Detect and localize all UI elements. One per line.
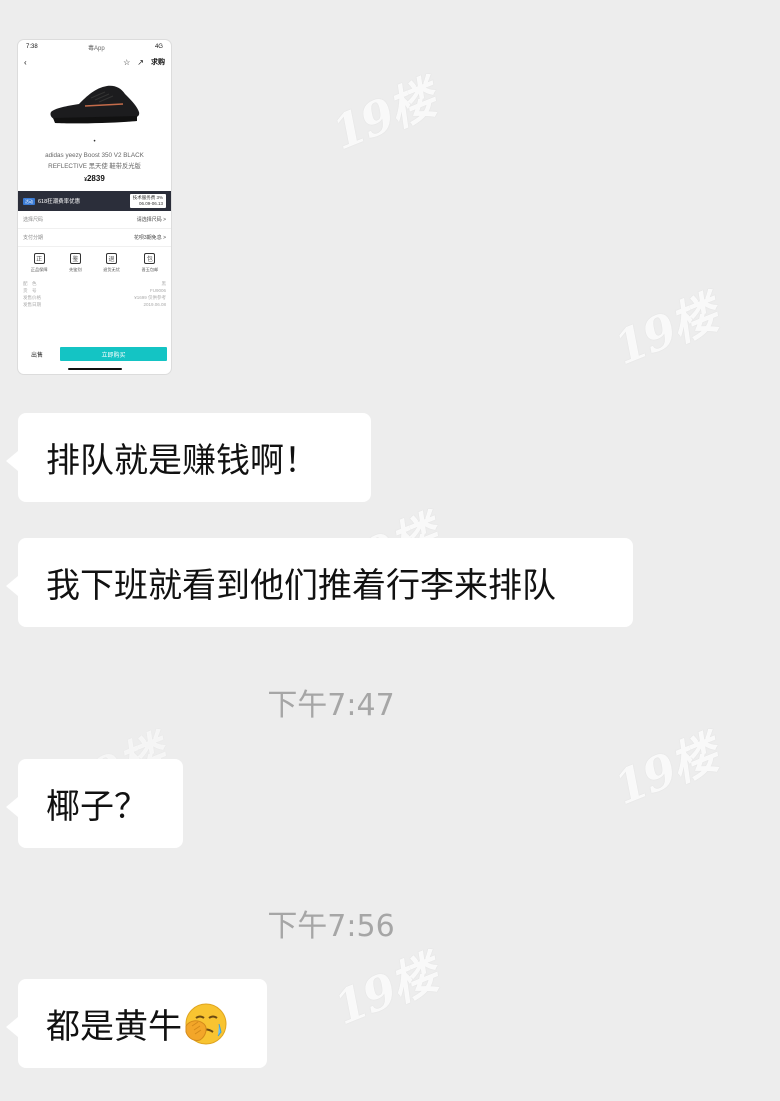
service-item: 退 退货无忧	[103, 253, 120, 273]
message-timestamp: 下午7:56	[267, 909, 395, 944]
product-nav: ‹ ☆ ↗ 求购	[18, 54, 171, 70]
size-select-row[interactable]: 选择尺码 请选择尺码 >	[18, 211, 171, 229]
message-text: 排队就是赚钱啊！	[46, 441, 318, 481]
shield-icon: 正	[33, 253, 45, 264]
facepalm-emoji-icon	[184, 1002, 228, 1046]
service-item: 正 正品保障	[31, 253, 48, 273]
want-to-buy-button[interactable]: 求购	[151, 57, 165, 67]
message-text: 都是黄牛	[46, 1007, 182, 1047]
watermark: 19楼	[324, 71, 442, 161]
return-icon: 退	[106, 253, 118, 264]
promo-tag: 活动	[23, 198, 35, 205]
product-specs: 配 色黑 货 号 FU9006 发售价格 ¥1699 仅供参考 发售日期 2019.0…	[18, 277, 171, 311]
watermark: 19楼	[326, 946, 444, 1036]
watermark: 19楼	[606, 286, 724, 376]
message-bubble[interactable]: 都是黄牛	[6, 979, 267, 1068]
message-bubble[interactable]: 椰子？	[6, 759, 183, 848]
star-icon[interactable]: ☆	[123, 58, 130, 67]
buy-now-button[interactable]: 立即购买	[60, 347, 167, 361]
installment-row[interactable]: 支付分期 花呗3期免息 >	[18, 229, 171, 247]
message-text: 我下班就看到他们推着行李来排队	[46, 566, 556, 606]
inspect-icon: 鉴	[69, 253, 81, 264]
promo-text: 618狂潮费率优惠	[38, 199, 81, 205]
service-icons: 正 正品保障 鉴 先鉴别 退 退货无忧 包 晋玉包邮	[18, 247, 171, 277]
message-text: 椰子？	[46, 787, 148, 827]
spec-row: 发售日期 2019.06.08	[23, 302, 166, 307]
shared-screenshot-image[interactable]: 7:38 毒App 4G ‹ ☆ ↗ 求购 • adidas yeezy Boo…	[18, 40, 171, 374]
bottom-action-bar: 出售 立即购买	[18, 343, 171, 365]
chat-window: { "screenshot": { "status_time": "7:38",…	[0, 0, 780, 1101]
message-bubble[interactable]: 我下班就看到他们推着行李来排队	[6, 538, 633, 627]
message-timestamp: 下午7:47	[267, 688, 395, 723]
promo-banner[interactable]: 活动 618狂潮费率优惠 技术服务费 3% 06.09-06.13	[18, 191, 171, 211]
product-price: ¥2839	[84, 174, 105, 183]
sell-button[interactable]: 出售	[22, 350, 52, 359]
spec-row: 货 号 FU9006	[23, 288, 166, 293]
status-app: 毒App	[87, 45, 105, 52]
status-time: 7:38	[26, 44, 38, 50]
home-indicator	[68, 368, 122, 370]
status-signal: 4G	[154, 44, 163, 50]
spec-row: 配 色黑	[23, 281, 166, 286]
promo-fee: 技术服务费 3% 06.09-06.13	[129, 194, 166, 208]
product-name: adidas yeezy Boost 350 V2 BLACK REFLECTI…	[45, 152, 144, 170]
service-item: 包 晋玉包邮	[141, 253, 158, 273]
carousel-dot: •	[93, 139, 96, 145]
watermark: 19楼	[606, 726, 724, 816]
message-bubble[interactable]: 排队就是赚钱啊！	[6, 413, 371, 502]
share-icon[interactable]: ↗	[137, 58, 144, 67]
back-icon[interactable]: ‹	[24, 58, 27, 67]
service-item: 鉴 先鉴别	[69, 253, 82, 273]
status-bar: 7:38 毒App 4G	[18, 40, 171, 54]
sneaker-image	[18, 70, 171, 138]
package-icon: 包	[144, 253, 156, 264]
spec-row: 发售价格 ¥1699 仅供参考	[23, 295, 166, 300]
